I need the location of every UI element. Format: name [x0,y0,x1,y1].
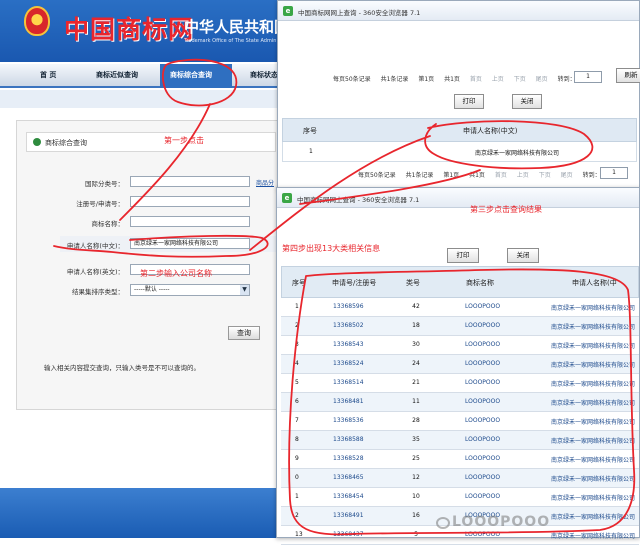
loop-win1-cell [424,120,594,170]
annotation-step1: 第一步点击 [164,136,204,145]
loop-applicant-input [53,234,269,258]
loop-results-list [288,268,636,536]
annotation-ink [53,58,636,536]
annotation-step4: 第四步出现13大类相关信息 [282,244,381,253]
circle-nav-tab [162,58,238,107]
wechat-icon [436,517,450,529]
arrow-step1 [119,103,211,221]
annotation-step3: 第三步点击查询结果 [470,205,542,214]
arrow-step2 [249,135,431,251]
arrow-step3 [299,169,481,205]
watermark: LOOOPOOO [452,514,551,530]
annotation-step2: 第二步输入公司名称 [140,269,212,278]
